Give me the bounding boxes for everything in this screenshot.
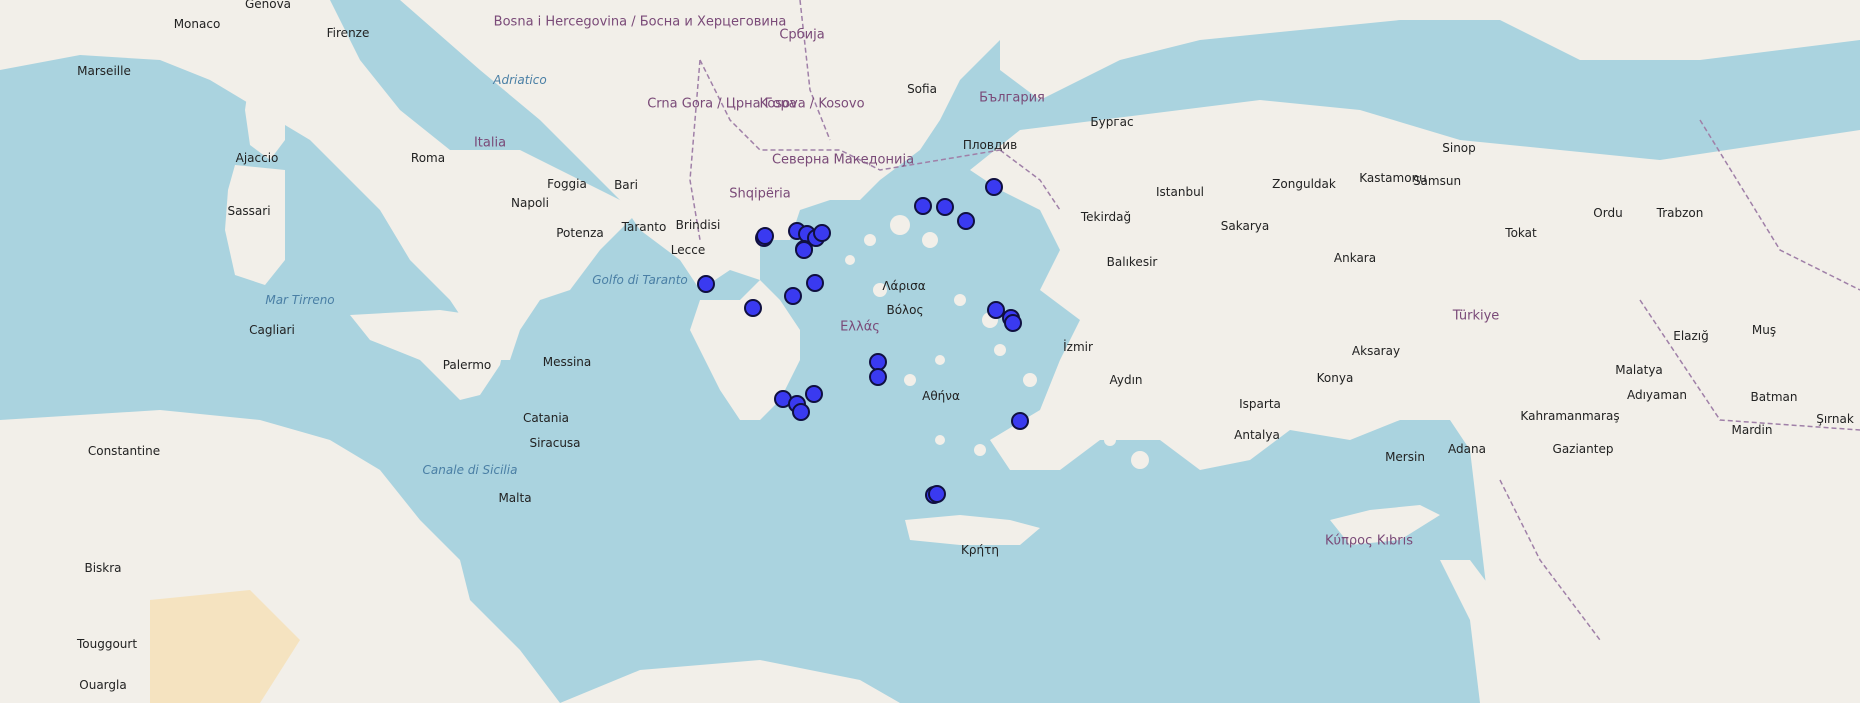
map-marker[interactable] — [868, 368, 887, 387]
map-marker[interactable] — [756, 226, 774, 245]
map-marker[interactable] — [792, 403, 811, 421]
map-marker[interactable] — [784, 287, 802, 306]
map-marker[interactable] — [805, 385, 823, 404]
map-marker[interactable] — [984, 178, 1003, 197]
map-marker[interactable] — [1010, 412, 1029, 431]
map-marker[interactable] — [805, 273, 824, 292]
marker-layer — [0, 0, 1860, 703]
map-marker[interactable] — [927, 484, 946, 503]
map-marker[interactable] — [956, 212, 975, 230]
map-marker[interactable] — [1004, 313, 1023, 332]
map-marker[interactable] — [812, 223, 831, 242]
map-marker[interactable] — [795, 240, 813, 259]
map-marker[interactable] — [696, 274, 715, 293]
map-marker[interactable] — [914, 197, 932, 215]
map-canvas[interactable]: Adriatico Mar Tirreno Golfo di Taranto C… — [0, 0, 1860, 703]
map-marker[interactable] — [936, 198, 955, 216]
map-marker[interactable] — [743, 298, 762, 317]
